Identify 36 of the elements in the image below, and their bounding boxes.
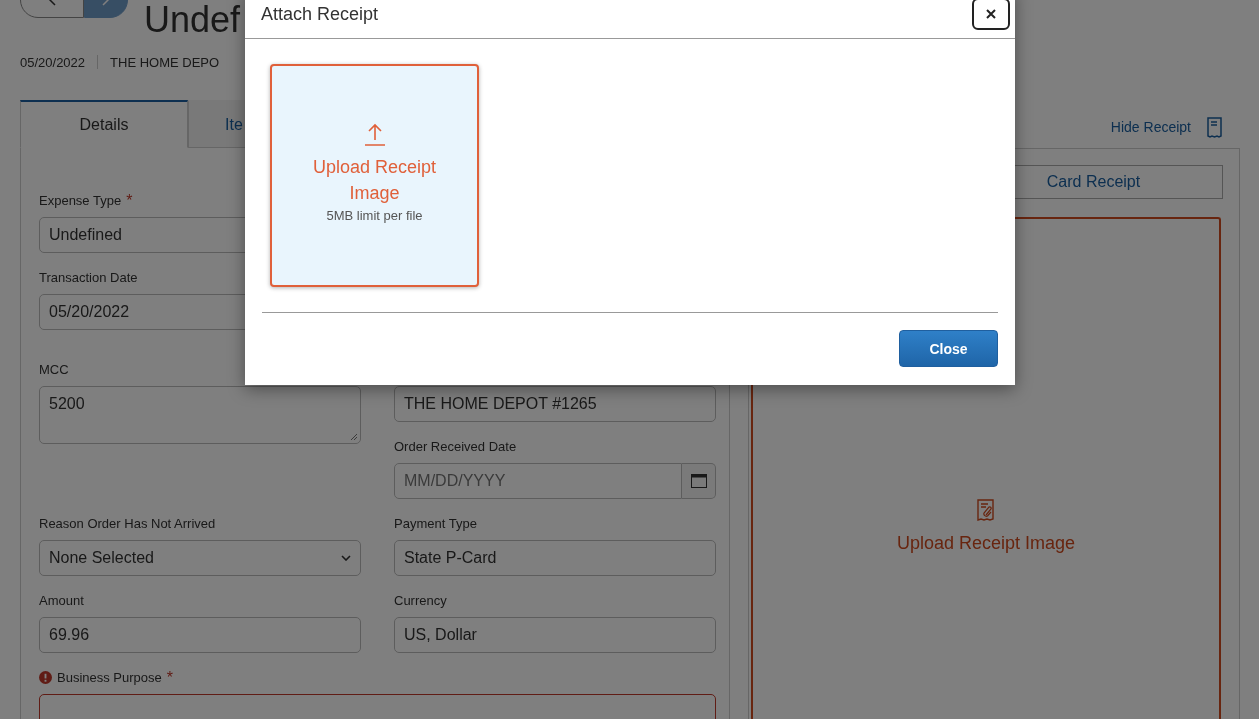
calendar-icon xyxy=(690,474,707,488)
close-button[interactable] xyxy=(972,0,1010,30)
resize-grip-icon[interactable] xyxy=(350,433,358,441)
upload-receipt-tile[interactable]: Upload Receipt Image 5MB limit per file xyxy=(270,64,479,287)
text-field[interactable]: US, Dollar xyxy=(394,617,716,653)
tab[interactable]: Details xyxy=(20,100,188,148)
upload-icon xyxy=(362,122,387,146)
page-title: Undef xyxy=(144,0,241,42)
select-field[interactable]: None Selected xyxy=(39,540,361,576)
field-label: Currency xyxy=(394,592,447,609)
upload-receipt-label: Upload Receipt Image xyxy=(896,533,1076,554)
hide-receipt-link[interactable]: Hide Receipt xyxy=(1110,119,1191,135)
transaction-date: 05/20/2022 xyxy=(20,54,86,70)
field-label: Payment Type xyxy=(394,515,477,532)
receipt-attachment-icon xyxy=(977,499,995,521)
close-icon xyxy=(986,9,996,19)
chevron-down-icon xyxy=(341,555,351,561)
field-label: MCC xyxy=(39,361,69,378)
calendar-button[interactable] xyxy=(682,463,716,499)
field-label: Order Received Date xyxy=(394,438,517,455)
required-asterisk: * xyxy=(126,192,133,209)
text-area[interactable]: 5200 xyxy=(39,386,361,444)
field-label: Expense Type xyxy=(39,192,122,209)
text-field[interactable]: 69.96 xyxy=(39,617,361,653)
receipt-icon[interactable] xyxy=(1207,116,1222,138)
field-label: Transaction Date xyxy=(39,269,138,286)
required-asterisk: * xyxy=(166,669,173,686)
text-field[interactable]: State P-Card xyxy=(394,540,716,576)
field-label: Amount xyxy=(39,592,84,609)
field-label: Business Purpose xyxy=(57,669,162,686)
date-field[interactable]: MM/DD/YYYY xyxy=(394,463,683,499)
text-field[interactable]: THE HOME DEPOT #1265 xyxy=(394,386,716,422)
merchant-name: THE HOME DEPO xyxy=(110,54,220,70)
dialog-title: Attach Receipt xyxy=(261,2,379,25)
close-button[interactable]: Close xyxy=(899,330,998,367)
field-label: Reason Order Has Not Arrived xyxy=(39,515,216,532)
